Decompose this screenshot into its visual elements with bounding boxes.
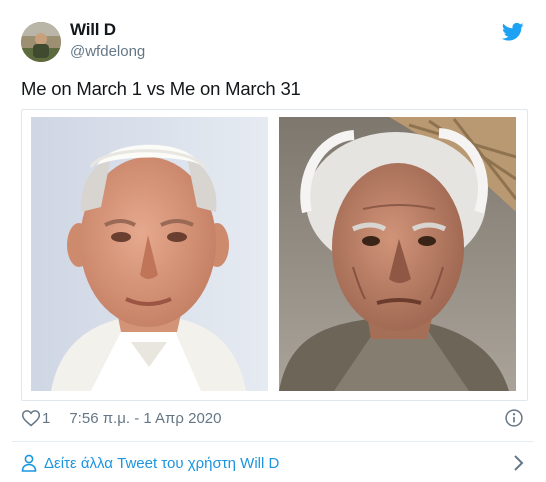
photo-left-image — [31, 117, 268, 391]
photo-right[interactable] — [279, 117, 516, 391]
author-handle[interactable]: @wfdelong — [70, 43, 145, 60]
person-icon — [21, 454, 37, 472]
more-tweets-link[interactable]: Δείτε άλλα Tweet του χρήστη Will D — [21, 451, 528, 475]
avatar[interactable] — [21, 22, 61, 62]
tweet-text: Me on March 1 vs Me on March 31 — [21, 78, 301, 99]
chevron-right-icon[interactable] — [512, 454, 524, 472]
divider — [12, 441, 534, 442]
twitter-bird-icon[interactable] — [502, 22, 524, 42]
photo-left[interactable] — [31, 117, 268, 391]
heart-icon[interactable] — [21, 408, 41, 428]
photo-right-image — [279, 117, 516, 391]
avatar-image — [21, 22, 61, 62]
tweet-card: Will D @wfdelong Me on March 1 vs Me on … — [0, 0, 546, 482]
tweet-media[interactable] — [21, 109, 528, 401]
info-icon[interactable] — [504, 408, 524, 428]
author-name[interactable]: Will D — [70, 20, 116, 40]
tweet-meta: 1 7:56 π.μ. - 1 Απρ 2020 — [21, 405, 528, 431]
more-tweets-label[interactable]: Δείτε άλλα Tweet του χρήστη Will D — [44, 455, 279, 472]
like-count[interactable]: 1 — [42, 410, 50, 427]
tweet-timestamp[interactable]: 7:56 π.μ. - 1 Απρ 2020 — [69, 410, 221, 427]
